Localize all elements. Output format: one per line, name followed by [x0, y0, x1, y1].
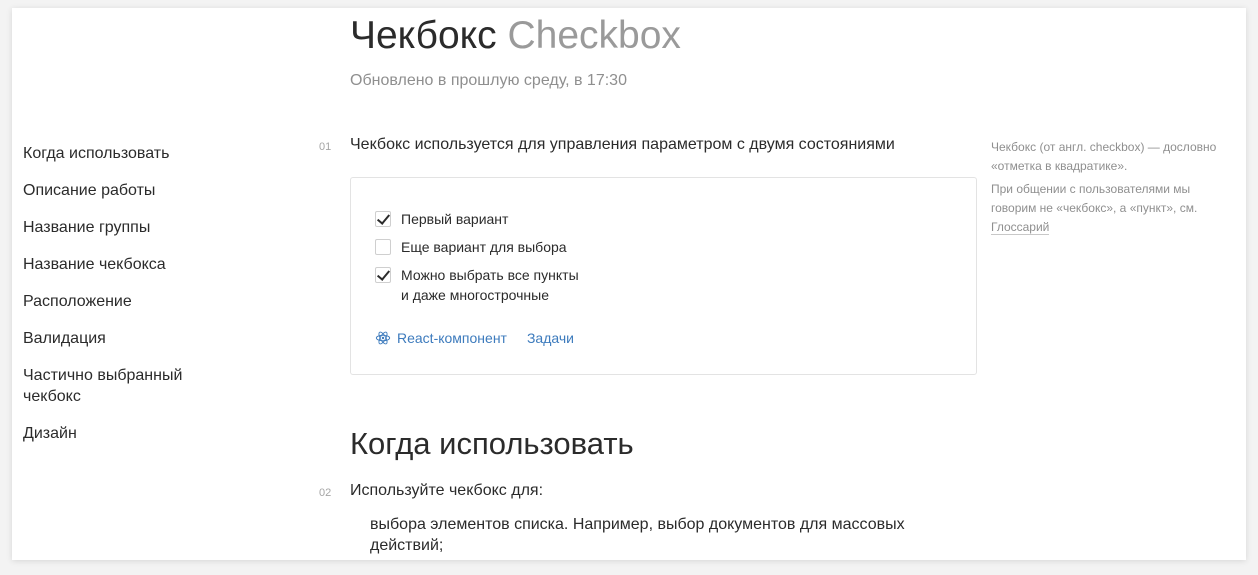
page-title: Чекбокс Checkbox — [350, 14, 681, 58]
sidebar-nav: Когда использовать Описание работы Назва… — [23, 143, 213, 460]
react-component-link[interactable]: React-компонент — [375, 330, 507, 346]
react-atom-icon — [375, 331, 391, 345]
checkbox-checked[interactable] — [375, 267, 391, 283]
checkbox-label-line1: Можно выбрать все пункты — [401, 267, 579, 283]
checkbox-unchecked[interactable] — [375, 239, 391, 255]
checkbox-option-2[interactable]: Еще вариант для выбора — [375, 237, 567, 257]
demo-links: React-компонент Задачи — [375, 330, 574, 346]
sidebar-item-group-name[interactable]: Название группы — [23, 217, 213, 238]
section-number-01: 01 — [319, 141, 332, 153]
checkbox-option-3[interactable]: Можно выбрать все пункты и даже многостр… — [375, 265, 579, 305]
page-card: Чекбокс Checkbox Обновлено в прошлую сре… — [12, 8, 1246, 560]
sidebar-item-when-to-use[interactable]: Когда использовать — [23, 143, 213, 164]
sidebar-item-description[interactable]: Описание работы — [23, 180, 213, 201]
usage-intro: Используйте чекбокс для: — [350, 482, 544, 499]
checkbox-label: Первый вариант — [401, 211, 509, 227]
checkbox-label: Еще вариант для выбора — [401, 239, 567, 255]
updated-timestamp: Обновлено в прошлую среду, в 17:30 — [350, 72, 627, 89]
checkbox-label: Можно выбрать все пункты и даже многостр… — [401, 265, 579, 305]
section-heading-when-to-use: Когда использовать — [350, 426, 634, 461]
sidebar-item-placement[interactable]: Расположение — [23, 291, 213, 312]
sidebar-item-partial[interactable]: Частично выбранный чекбокс — [23, 365, 213, 407]
side-note-usage: При общении с пользователями мы говорим … — [991, 180, 1236, 237]
side-note-definition: Чекбокс (от англ. checkbox) — дословно «… — [991, 140, 1217, 173]
glossary-link[interactable]: Глоссарий — [991, 220, 1050, 235]
checkbox-checked[interactable] — [375, 211, 391, 227]
page-title-ru: Чекбокс — [350, 14, 497, 57]
sidebar-item-checkbox-name[interactable]: Название чекбокса — [23, 254, 213, 275]
sidebar-item-validation[interactable]: Валидация — [23, 328, 213, 349]
page-title-en: Checkbox — [507, 14, 681, 57]
side-note-usage-text: При общении с пользователями мы говорим … — [991, 182, 1198, 215]
tasks-link[interactable]: Задачи — [527, 330, 574, 346]
side-note: Чекбокс (от англ. checkbox) — дословно «… — [991, 138, 1236, 241]
checkbox-label-line2: и даже многострочные — [401, 287, 549, 303]
section-number-02: 02 — [319, 487, 332, 499]
react-component-link-label: React-компонент — [397, 330, 507, 346]
usage-list-item: выбора элементов списка. Например, выбор… — [370, 516, 905, 554]
checkbox-demo-box: Первый вариант Еще вариант для выбора Мо… — [350, 177, 977, 375]
section-intro: Чекбокс используется для управления пара… — [350, 136, 895, 153]
checkbox-option-1[interactable]: Первый вариант — [375, 209, 508, 229]
sidebar-item-design[interactable]: Дизайн — [23, 423, 213, 444]
